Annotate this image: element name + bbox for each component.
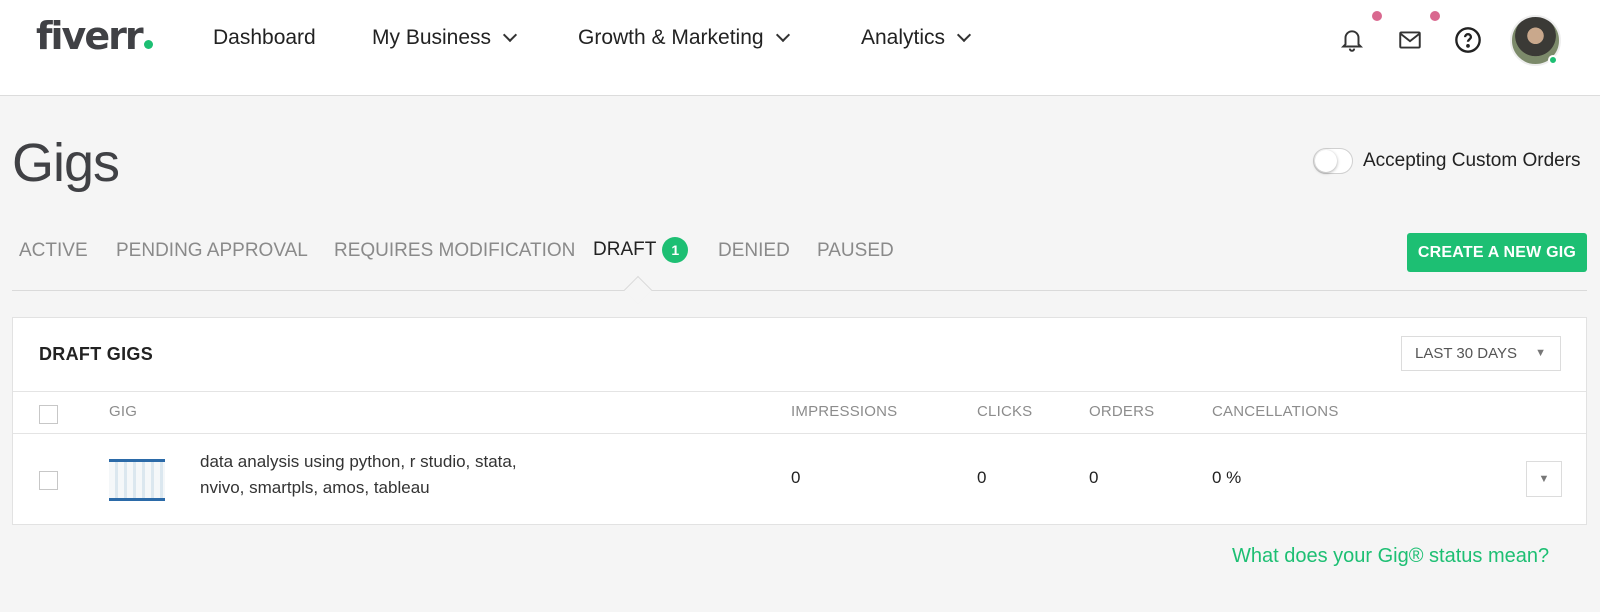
- logo-dot: [143, 40, 153, 49]
- gig-thumbnail[interactable]: [109, 459, 165, 501]
- notifications-button[interactable]: [1338, 26, 1366, 54]
- tab-requires-modification[interactable]: REQUIRES MODIFICATION: [334, 240, 575, 262]
- gig-status-help-link[interactable]: What does your Gig® status mean?: [1232, 545, 1549, 568]
- clicks-value: 0: [977, 468, 987, 487]
- top-navbar: fiverr Dashboard My Business Growth & Ma…: [0, 0, 1600, 96]
- draft-gigs-table: DRAFT GIGS LAST 30 DAYS ▼ GIG IMPRESSION…: [12, 317, 1587, 525]
- caret-down-icon: ▼: [1535, 347, 1546, 359]
- envelope-icon: [1399, 31, 1421, 49]
- help-button[interactable]: [1454, 26, 1482, 54]
- select-all-checkbox[interactable]: [39, 405, 58, 424]
- column-gig: GIG: [109, 403, 138, 420]
- page-title: Gigs: [12, 133, 120, 193]
- date-range-value: LAST 30 DAYS: [1415, 345, 1517, 362]
- chevron-down-icon: [956, 27, 972, 43]
- date-range-select[interactable]: LAST 30 DAYS ▼: [1401, 336, 1561, 371]
- tab-draft-label: DRAFT: [593, 239, 657, 261]
- bell-icon: [1340, 30, 1364, 52]
- tab-paused[interactable]: PAUSED: [817, 240, 894, 262]
- chevron-down-icon: [502, 27, 518, 43]
- custom-orders-label: Accepting Custom Orders: [1363, 150, 1581, 171]
- nav-my-business-label: My Business: [372, 26, 492, 49]
- nav-my-business[interactable]: My Business: [372, 26, 518, 50]
- nav-analytics-label: Analytics: [861, 26, 946, 49]
- notification-dot: [1372, 11, 1382, 21]
- custom-orders-toggle[interactable]: [1313, 148, 1353, 174]
- tab-pending-approval[interactable]: PENDING APPROVAL: [116, 240, 308, 262]
- tab-active[interactable]: ACTIVE: [19, 240, 88, 262]
- gig-title-link[interactable]: data analysis using python, r studio, st…: [200, 449, 530, 501]
- tabs-divider: [12, 290, 1587, 291]
- nav-analytics[interactable]: Analytics: [861, 26, 972, 50]
- chevron-down-icon: [775, 27, 790, 43]
- cancellations-value: 0 %: [1212, 468, 1242, 487]
- active-tab-indicator: [623, 275, 653, 305]
- orders-value: 0: [1089, 468, 1099, 487]
- column-clicks[interactable]: CLICKS: [977, 403, 1032, 420]
- row-actions-dropdown[interactable]: ▼: [1526, 461, 1562, 497]
- online-status-dot: [1548, 55, 1558, 65]
- message-dot: [1430, 11, 1440, 21]
- messages-button[interactable]: [1396, 26, 1424, 54]
- fiverr-logo[interactable]: fiverr: [36, 14, 153, 58]
- tab-denied[interactable]: DENIED: [718, 240, 790, 262]
- impressions-value: 0: [791, 468, 801, 487]
- nav-dashboard[interactable]: Dashboard: [213, 26, 316, 50]
- toggle-knob: [1315, 150, 1337, 172]
- create-new-gig-button[interactable]: CREATE A NEW GIG: [1407, 233, 1587, 272]
- column-cancellations[interactable]: CANCELLATIONS: [1212, 403, 1339, 420]
- draft-count-badge: 1: [662, 237, 689, 263]
- row-divider: [13, 433, 1586, 434]
- nav-dashboard-label: Dashboard: [213, 26, 316, 49]
- row-checkbox[interactable]: [39, 471, 58, 490]
- header-divider: [13, 391, 1586, 392]
- table-title: DRAFT GIGS: [39, 344, 153, 364]
- help-circle-icon: [1455, 27, 1481, 53]
- column-orders[interactable]: ORDERS: [1089, 403, 1154, 420]
- nav-growth-marketing[interactable]: Growth & Marketing: [578, 26, 790, 50]
- tab-draft[interactable]: DRAFT 1: [593, 237, 689, 263]
- nav-growth-marketing-label: Growth & Marketing: [578, 26, 764, 49]
- column-impressions[interactable]: IMPRESSIONS: [791, 403, 897, 420]
